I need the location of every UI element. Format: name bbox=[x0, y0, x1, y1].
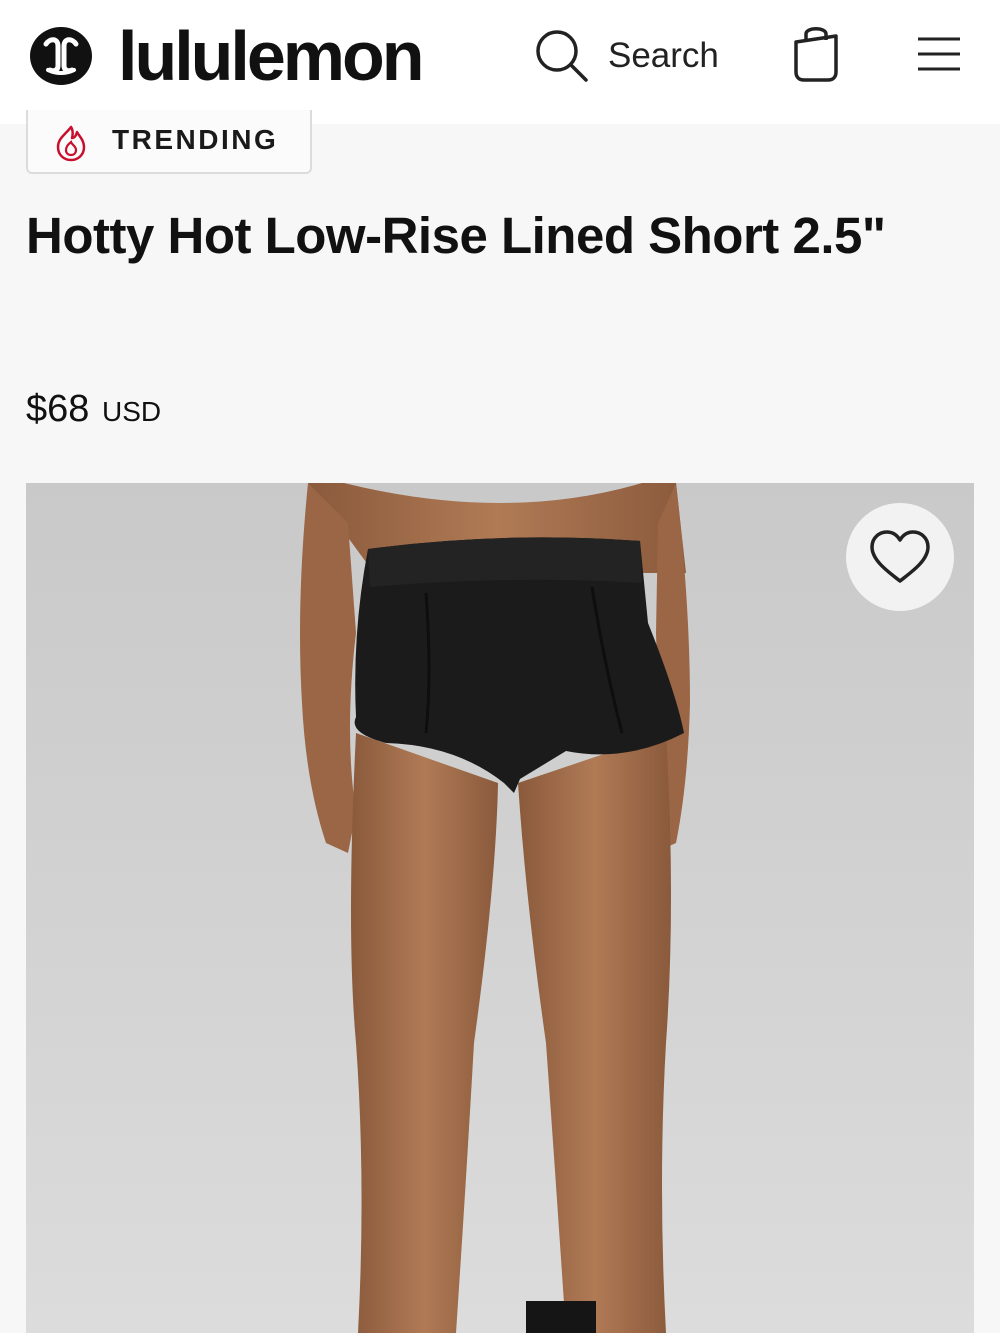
menu-button[interactable] bbox=[914, 34, 964, 74]
product-price: $68 USD bbox=[26, 388, 161, 431]
shopping-bag-icon bbox=[794, 27, 838, 82]
product-image[interactable] bbox=[26, 483, 974, 1333]
price-currency: USD bbox=[101, 396, 162, 427]
search-icon bbox=[536, 30, 588, 82]
trending-badge: TRENDING bbox=[26, 110, 312, 174]
search-button[interactable]: Search bbox=[530, 26, 730, 86]
model-wearing-shorts-illustration bbox=[300, 483, 690, 1333]
lululemon-logo-icon[interactable] bbox=[28, 26, 94, 86]
price-amount: $68 bbox=[26, 388, 90, 430]
brand-name[interactable]: lululemon bbox=[118, 14, 425, 98]
flame-icon bbox=[56, 125, 86, 162]
shopping-bag-button[interactable] bbox=[790, 22, 842, 84]
favorite-button[interactable] bbox=[846, 503, 954, 611]
trending-label: TRENDING bbox=[112, 124, 279, 155]
product-title: Hotty Hot Low-Rise Lined Short 2.5" bbox=[26, 207, 886, 264]
heart-outline-icon bbox=[870, 530, 930, 583]
hamburger-menu-icon bbox=[918, 37, 960, 71]
search-label: Search bbox=[608, 36, 719, 75]
site-header: lululemon Search bbox=[0, 0, 1000, 124]
